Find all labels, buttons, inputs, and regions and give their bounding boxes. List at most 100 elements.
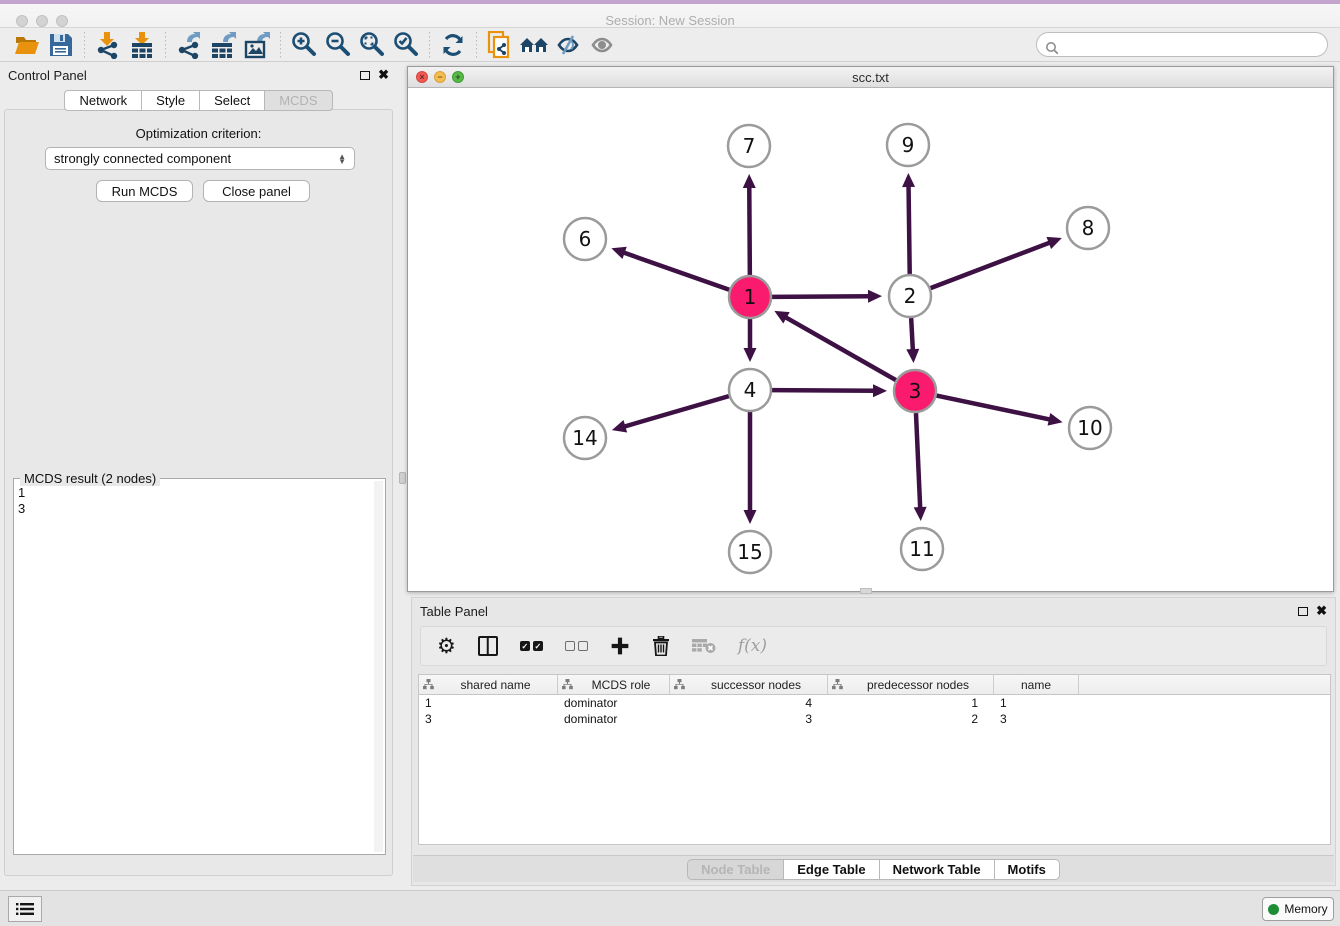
cell-predecessor-nodes[interactable]: 1 — [828, 696, 994, 710]
select-all-icon[interactable]: ✓✓ — [520, 633, 543, 659]
import-network-icon[interactable] — [91, 30, 125, 60]
column-type-icon — [423, 679, 438, 690]
import-table-icon[interactable] — [125, 30, 159, 60]
mcds-result-list[interactable]: 1 3 — [18, 485, 371, 850]
export-table-icon[interactable] — [206, 30, 240, 60]
graph-node-label-10: 10 — [1077, 416, 1102, 440]
column-header-shared-name[interactable]: shared name — [419, 675, 558, 694]
cell-successor-nodes[interactable]: 3 — [670, 712, 828, 726]
graph-edge-3-11[interactable] — [916, 413, 920, 510]
float-table-panel-icon[interactable] — [1298, 607, 1308, 616]
hide-selected-icon[interactable] — [551, 30, 585, 60]
graph-edge-arrowhead — [744, 510, 757, 524]
tab-network-table[interactable]: Network Table — [879, 859, 994, 880]
close-panel-button[interactable]: Close panel — [203, 180, 310, 202]
cell-MCDS-role[interactable]: dominator — [558, 696, 670, 710]
save-session-icon[interactable] — [44, 30, 78, 60]
graph-edge-3-1[interactable] — [784, 316, 896, 380]
criterion-select[interactable]: strongly connected component ▲▼ — [45, 147, 355, 170]
function-builder-icon[interactable]: f(x) — [738, 633, 767, 659]
graph-node-label-2: 2 — [904, 284, 917, 308]
float-panel-icon[interactable] — [360, 71, 370, 80]
table-panel-header: Table Panel ✖ — [412, 598, 1335, 624]
table-tabs-strip: Node TableEdge TableNetwork TableMotifs — [413, 855, 1334, 882]
tab-network[interactable]: Network — [64, 90, 141, 111]
cell-name[interactable]: 3 — [994, 712, 1079, 726]
cell-predecessor-nodes[interactable]: 2 — [828, 712, 994, 726]
criterion-value: strongly connected component — [54, 151, 231, 166]
first-neighbors-icon[interactable] — [517, 30, 551, 60]
table-row[interactable]: 3dominator323 — [419, 711, 1330, 727]
toolbar-separator — [84, 32, 85, 58]
table-row[interactable]: 1dominator411 — [419, 695, 1330, 711]
graph-node-label-15: 15 — [737, 540, 762, 564]
add-row-icon[interactable] — [610, 633, 630, 659]
graph-edge-arrowhead — [1048, 413, 1063, 426]
graph-edge-4-3[interactable] — [772, 390, 876, 391]
cell-shared-name[interactable]: 3 — [419, 712, 558, 726]
graph-edge-arrowhead — [744, 348, 757, 362]
column-header-name[interactable]: name — [994, 675, 1079, 694]
zoom-out-icon[interactable] — [321, 30, 355, 60]
graph-node-label-14: 14 — [572, 426, 597, 450]
show-columns-icon[interactable] — [478, 633, 498, 659]
delete-table-icon[interactable] — [692, 633, 716, 659]
task-history-button[interactable] — [8, 896, 42, 922]
clone-network-icon[interactable] — [483, 30, 517, 60]
graph-edge-2-8[interactable] — [931, 242, 1052, 288]
cell-successor-nodes[interactable]: 4 — [670, 696, 828, 710]
search-input[interactable] — [1036, 32, 1328, 57]
tab-style[interactable]: Style — [141, 90, 199, 111]
refresh-icon[interactable] — [436, 30, 470, 60]
table-settings-icon[interactable]: ⚙ — [437, 633, 456, 659]
delete-icon[interactable] — [652, 633, 670, 659]
network-canvas[interactable]: 7968124314101511 — [408, 88, 1333, 591]
node-table[interactable]: shared nameMCDS rolesuccessor nodesprede… — [418, 674, 1331, 845]
column-header-predecessor-nodes[interactable]: predecessor nodes — [828, 675, 994, 694]
tab-select[interactable]: Select — [199, 90, 264, 111]
memory-button[interactable]: Memory — [1262, 897, 1334, 921]
show-all-icon[interactable] — [585, 30, 619, 60]
graph-node-label-3: 3 — [909, 379, 922, 403]
mcds-result-title: MCDS result (2 nodes) — [20, 471, 160, 486]
close-table-panel-icon[interactable]: ✖ — [1316, 606, 1327, 616]
mcds-result-scrollbar[interactable] — [374, 481, 383, 852]
graph-edge-2-3[interactable] — [911, 318, 913, 352]
open-session-icon[interactable] — [10, 30, 44, 60]
network-window-titlebar[interactable]: × − + scc.txt — [408, 67, 1333, 88]
graph-node-label-1: 1 — [744, 285, 757, 309]
graph-edge-4-14[interactable] — [622, 396, 728, 427]
tab-motifs[interactable]: Motifs — [994, 859, 1060, 880]
zoom-fit-icon[interactable] — [355, 30, 389, 60]
run-mcds-button[interactable]: Run MCDS — [96, 180, 193, 202]
cell-name[interactable]: 1 — [994, 696, 1079, 710]
cell-MCDS-role[interactable]: dominator — [558, 712, 670, 726]
close-panel-icon[interactable]: ✖ — [378, 70, 389, 80]
zoom-selected-icon[interactable] — [389, 30, 423, 60]
cell-shared-name[interactable]: 1 — [419, 696, 558, 710]
network-graph[interactable]: 7968124314101511 — [408, 88, 1333, 591]
graph-edge-3-10[interactable] — [937, 396, 1052, 420]
mcds-panel-body: Optimization criterion: strongly connect… — [4, 109, 393, 876]
tab-node-table[interactable]: Node Table — [687, 859, 783, 880]
deselect-all-icon[interactable] — [565, 633, 588, 659]
column-header-MCDS-role[interactable]: MCDS role — [558, 675, 670, 694]
graph-edge-arrowhead — [868, 290, 882, 303]
tab-mcds[interactable]: MCDS — [264, 90, 332, 111]
graph-edge-2-9[interactable] — [909, 184, 910, 274]
tab-edge-table[interactable]: Edge Table — [783, 859, 878, 880]
graph-edge-1-6[interactable] — [622, 252, 729, 290]
table-body: 1dominator4113dominator323 — [419, 695, 1330, 727]
zoom-in-icon[interactable] — [287, 30, 321, 60]
graph-node-label-9: 9 — [902, 133, 915, 157]
graph-edge-1-7[interactable] — [749, 185, 750, 275]
export-network-icon[interactable] — [172, 30, 206, 60]
horizontal-splitter-grip[interactable] — [860, 588, 872, 594]
column-header-successor-nodes[interactable]: successor nodes — [670, 675, 828, 694]
column-type-icon — [562, 679, 577, 690]
splitter-grip[interactable] — [399, 472, 406, 484]
graph-edge-1-2[interactable] — [772, 296, 871, 297]
table-panel: Table Panel ✖ ⚙ ✓✓ f(x) shared nameMCDS … — [411, 597, 1336, 886]
export-image-icon[interactable] — [240, 30, 274, 60]
graph-edge-arrowhead — [743, 174, 756, 188]
